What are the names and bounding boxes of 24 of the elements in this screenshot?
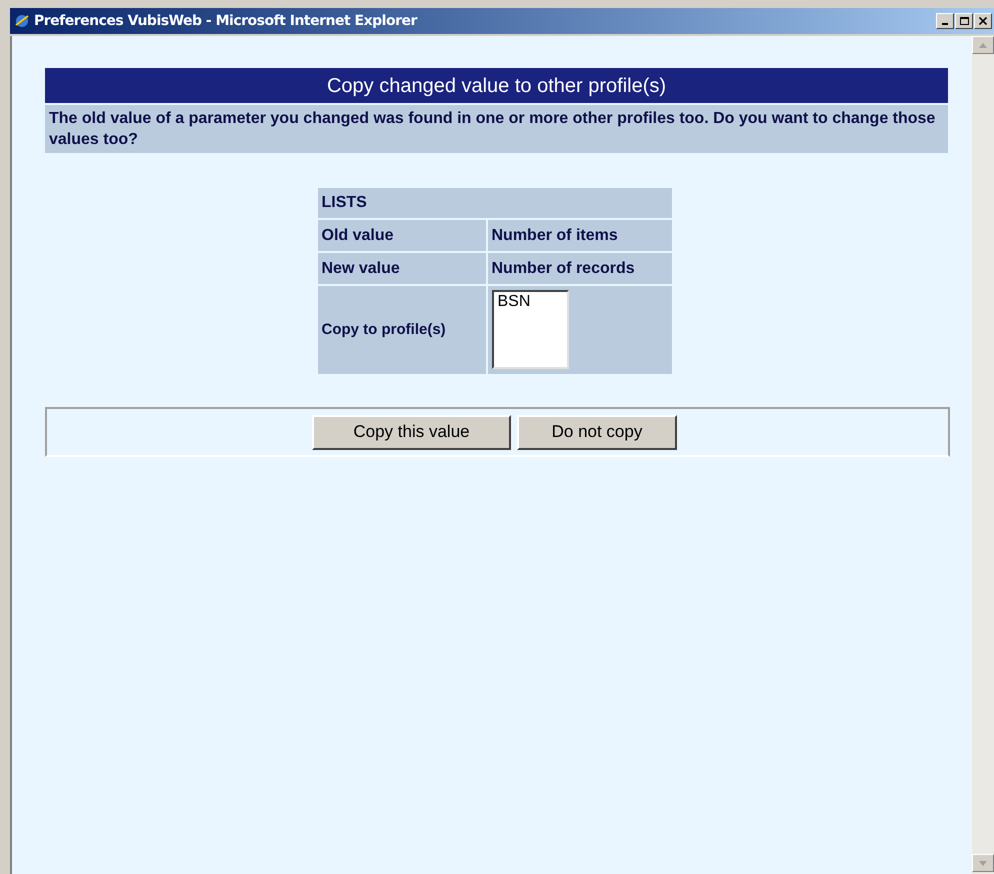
table-cell: Copy to profile(s) — [318, 286, 486, 374]
table-cell: Number of items — [488, 220, 672, 251]
close-button[interactable] — [974, 13, 992, 29]
close-icon — [978, 17, 988, 25]
maximize-button[interactable] — [955, 13, 973, 29]
scroll-up-button[interactable] — [972, 36, 994, 54]
down-arrow-icon — [979, 860, 987, 866]
window-title: Preferences VubisWeb - Microsoft Internet Explorer — [34, 12, 417, 30]
heading: Copy changed value to other profile(s) — [326, 74, 666, 98]
scroll-down-button[interactable] — [972, 854, 994, 872]
action-button[interactable]: Copy this value — [312, 414, 511, 450]
browser-icon — [14, 13, 30, 29]
table-cell: Old value — [318, 220, 486, 251]
table-cell: New value — [318, 253, 486, 284]
table-cell: Number of records — [488, 253, 672, 284]
up-arrow-icon — [979, 42, 987, 48]
minimize-button[interactable] — [936, 13, 954, 29]
profile-list[interactable]: BSN — [492, 290, 568, 369]
action-button[interactable]: Do not copy — [517, 414, 677, 450]
list-item[interactable]: BSN — [498, 292, 562, 311]
minimize-icon — [942, 23, 948, 25]
maximize-icon — [960, 17, 968, 25]
message: The old value of a parameter you changed was found in one or more other profiles too. Do you want to change those values too? — [49, 109, 936, 150]
table-title: LISTS — [322, 193, 367, 213]
